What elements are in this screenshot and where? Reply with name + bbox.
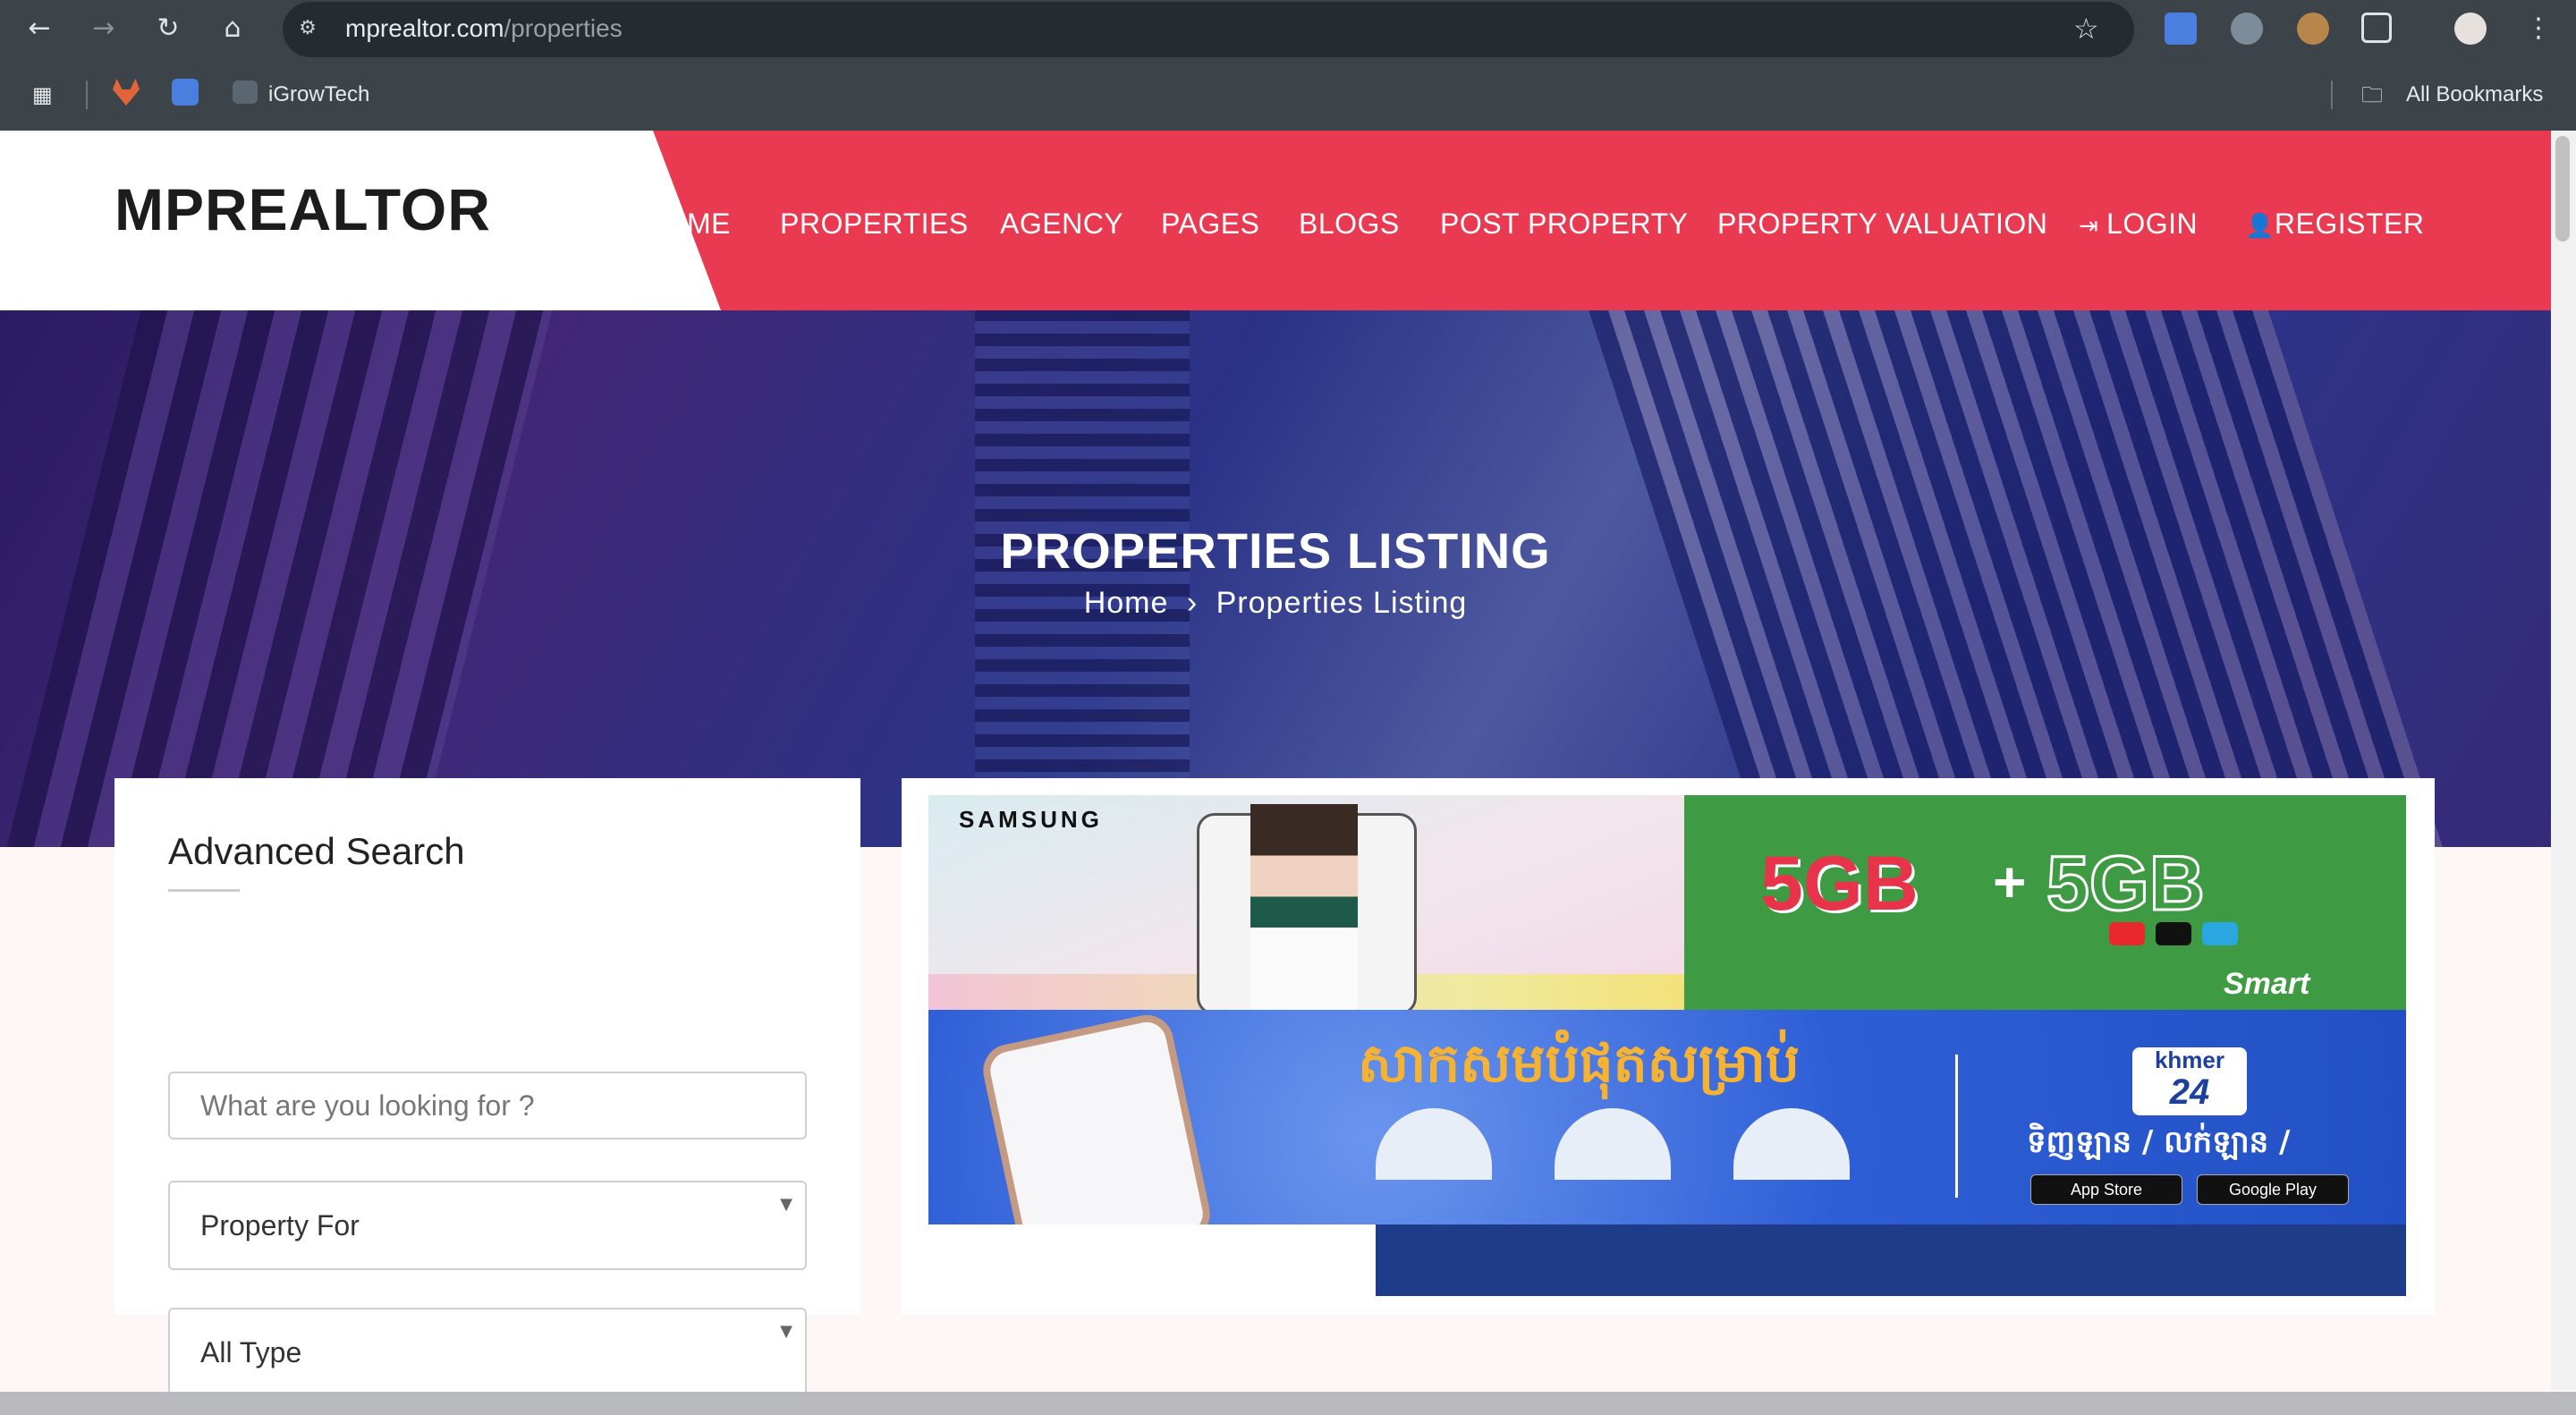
logo-panel: MPREALTOR xyxy=(0,131,721,310)
breadcrumb: Home › Properties Listing xyxy=(0,586,2551,621)
select-caret-icon: ▼ xyxy=(780,1322,792,1341)
messenger-icon xyxy=(2202,922,2238,945)
back-icon[interactable]: ← xyxy=(21,11,57,47)
browser-toolbar: ← → ↻ ⌂ ⚙ mprealtor.com/properties ☆ ⋮ xyxy=(0,0,2576,57)
samsung-smart-ad[interactable]: SAMSUNG 5GB + 5GB Smart xyxy=(928,795,2406,1010)
igrowtech-icon xyxy=(233,80,258,104)
login-icon: ⇥ xyxy=(2079,213,2107,240)
hero-banner: PROPERTIES LISTING Home › Properties Lis… xyxy=(0,310,2551,847)
advanced-search-panel: Advanced Search What are you looking for… xyxy=(114,778,860,1401)
ad2-tagline: ទិញឡាន / លក់ឡាន / xyxy=(2027,1124,2291,1160)
type-select[interactable]: All Type ▼ xyxy=(168,1308,807,1401)
breadcrumb-home[interactable]: Home xyxy=(1084,586,1169,620)
nav-pages[interactable]: PAGES xyxy=(1161,206,1259,241)
ad2-headline: សាកសមបំផុតសម្រាប់ xyxy=(1358,1032,1800,1095)
home-icon[interactable]: ⌂ xyxy=(215,11,250,47)
third-ad-partial[interactable] xyxy=(928,1224,2406,1296)
ad-model-image xyxy=(1250,804,1358,1010)
tiktok-icon xyxy=(2156,922,2191,945)
google-translate-bookmark-icon[interactable] xyxy=(172,79,199,106)
nav-blogs[interactable]: BLOGS xyxy=(1299,206,1400,241)
folder-icon: 🗀 xyxy=(2361,82,2383,107)
macos-dock-edge xyxy=(0,1392,2576,1415)
browser-chrome: ← → ↻ ⌂ ⚙ mprealtor.com/properties ☆ ⋮ ▦… xyxy=(0,0,2576,131)
gitlab-icon[interactable] xyxy=(113,79,140,106)
scrollbar-thumb[interactable] xyxy=(2555,136,2570,241)
property-for-select[interactable]: Property For ▼ xyxy=(168,1181,807,1270)
site-settings-icon[interactable]: ⚙ xyxy=(293,14,322,43)
profile-avatar[interactable] xyxy=(2454,13,2487,45)
reload-icon[interactable]: ↻ xyxy=(150,11,186,47)
nav-properties[interactable]: PROPERTIES xyxy=(780,206,969,241)
nav-property-valuation[interactable]: PROPERTY VALUATION xyxy=(1717,206,2047,241)
bookmark-divider xyxy=(86,80,88,109)
nav-post-property[interactable]: POST PROPERTY xyxy=(1440,206,1688,241)
search-input[interactable]: What are you looking for ? xyxy=(168,1072,807,1140)
ad-offer-plus: + xyxy=(1993,850,2027,914)
translate-extension-icon[interactable] xyxy=(2165,13,2197,45)
menu-kebab-icon[interactable]: ⋮ xyxy=(2521,11,2556,47)
bookmark-igrowtech[interactable]: iGrowTech xyxy=(268,79,369,111)
advanced-search-heading: Advanced Search xyxy=(168,830,465,872)
page-scrollbar[interactable] xyxy=(2551,131,2576,1390)
app-store-badge[interactable]: App Store xyxy=(2030,1174,2182,1205)
select-caret-icon: ▼ xyxy=(780,1195,792,1214)
ad-samsung-logo: SAMSUNG xyxy=(959,806,1103,833)
ad-smart-logo: Smart xyxy=(2224,967,2310,1001)
nav-home[interactable]: ME xyxy=(687,206,731,241)
shield-extension-icon[interactable] xyxy=(2231,13,2263,45)
extensions-puzzle-icon[interactable] xyxy=(2361,13,2392,43)
nav-agency[interactable]: AGENCY xyxy=(1000,206,1123,241)
ad2-khmer24-logo: khmer 24 xyxy=(2132,1047,2247,1115)
heading-underline xyxy=(168,889,240,892)
url-text[interactable]: mprealtor.com/properties xyxy=(345,13,623,45)
user-icon: 👤 xyxy=(2245,213,2275,240)
bookmark-star-icon[interactable]: ☆ xyxy=(2073,11,2099,47)
all-bookmarks[interactable]: All Bookmarks xyxy=(2406,79,2543,111)
ad3-left-panel xyxy=(928,1224,1376,1296)
apps-grid-icon[interactable]: ▦ xyxy=(32,79,53,111)
bookmarks-bar: ▦ iGrowTech 🗀 All Bookmarks xyxy=(0,72,2576,118)
ad2-divider xyxy=(1955,1055,1958,1198)
breadcrumb-separator: › xyxy=(1186,586,1199,620)
detective-extension-icon[interactable] xyxy=(2297,13,2329,45)
breadcrumb-current: Properties Listing xyxy=(1216,586,1468,620)
forward-icon[interactable]: → xyxy=(86,11,122,47)
site-logo[interactable]: MPREALTOR xyxy=(114,175,491,243)
bookmark-divider xyxy=(2331,80,2333,109)
youtube-icon xyxy=(2109,922,2145,945)
google-play-badge[interactable]: Google Play xyxy=(2197,1174,2349,1205)
nav-login[interactable]: ⇥ LOGIN xyxy=(2079,206,2198,244)
khmer24-ad[interactable]: សាកសមបំផុតសម្រាប់ khmer 24 ទិញឡាន / លក់ឡ… xyxy=(928,1010,2406,1224)
ad-offer-a: 5GB xyxy=(1760,841,1919,927)
nav-register[interactable]: 👤REGISTER xyxy=(2245,206,2424,244)
site-header: ME PROPERTIES AGENCY PAGES BLOGS POST PR… xyxy=(0,131,2551,310)
ad-offer-b: 5GB xyxy=(2046,840,2207,928)
page-title: PROPERTIES LISTING xyxy=(1000,522,1551,579)
